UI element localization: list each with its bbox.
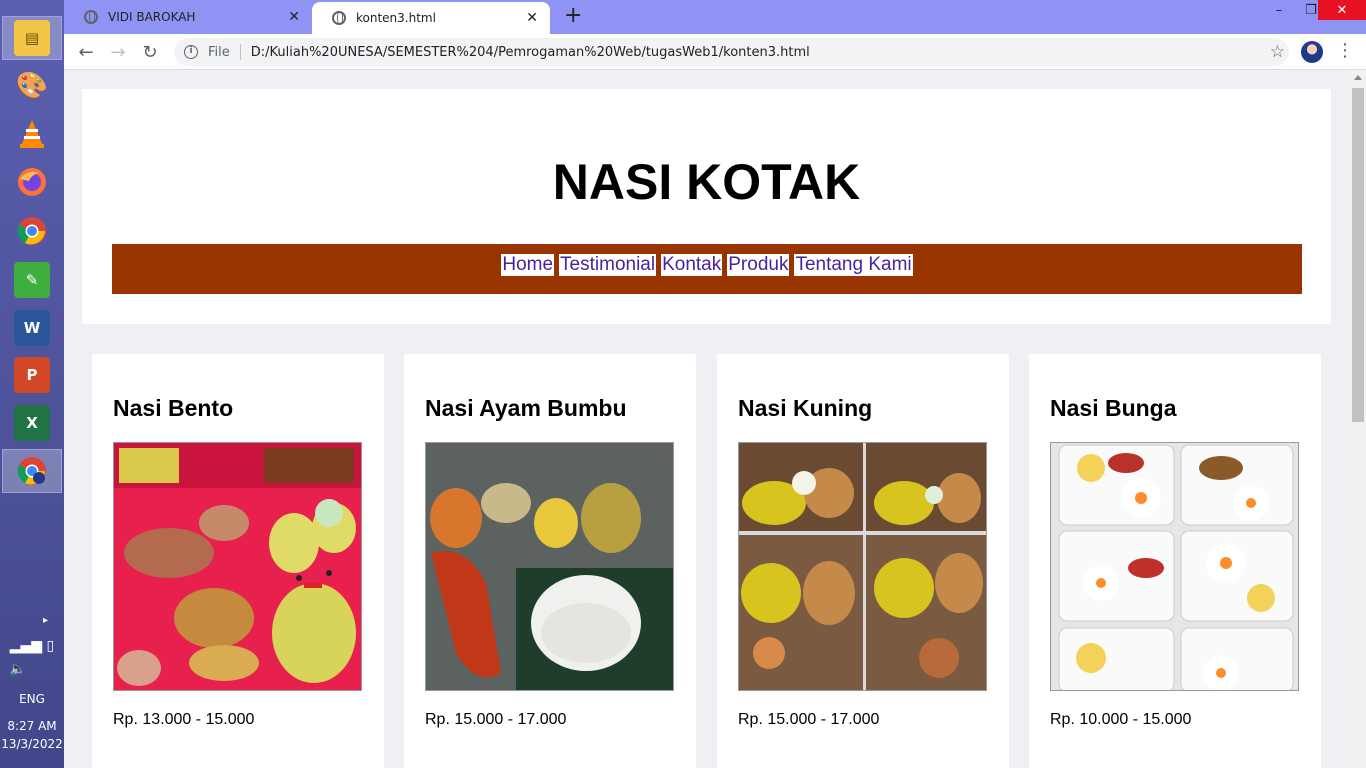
nav-tentang-kami[interactable]: Tentang Kami [794, 254, 913, 276]
product-name: Nasi Bunga [1050, 395, 1177, 421]
bookmark-star-icon[interactable]: ☆ [1270, 42, 1285, 62]
menu-kebab-icon[interactable]: ⋮ [1336, 40, 1354, 61]
globe-icon [332, 11, 346, 25]
powerpoint-icon[interactable]: P [14, 357, 50, 393]
clock-time[interactable]: 8:27 AM [0, 719, 64, 733]
address-divider [239, 44, 241, 60]
product-name: Nasi Ayam Bumbu [425, 395, 627, 421]
word-icon[interactable]: W [14, 310, 50, 346]
product-name: Nasi Kuning [738, 395, 873, 421]
product-card-nasi-kuning: Nasi Kuning Rp. 15.000 - 17.000 [717, 354, 1009, 768]
close-tab-icon[interactable]: ✕ [526, 10, 538, 26]
clock-date[interactable]: 13/3/2022 [0, 737, 64, 751]
chrome-icon[interactable] [14, 213, 50, 249]
browser-toolbar: ← → ↻ i File D:/Kuliah%20UNESA/SEMESTER%… [64, 34, 1366, 70]
reload-icon[interactable]: ↻ [138, 40, 162, 64]
vlc-icon[interactable] [14, 116, 50, 152]
profile-avatar[interactable] [1301, 41, 1323, 63]
tab-konten3[interactable]: konten3.html ✕ [312, 2, 550, 34]
chrome-profile-icon[interactable] [14, 453, 50, 489]
site-header: NASI KOTAK Home Testimonial Kontak Produ… [82, 89, 1331, 324]
address-scheme: File [208, 44, 230, 60]
forward-icon[interactable]: → [106, 40, 130, 64]
scrollbar-thumb[interactable] [1352, 88, 1364, 422]
excel-icon[interactable]: X [14, 405, 50, 441]
file-explorer-icon[interactable]: ▤ [14, 20, 50, 56]
corel-icon[interactable]: ✎ [14, 262, 50, 298]
address-bar[interactable]: i File D:/Kuliah%20UNESA/SEMESTER%204/Pe… [174, 38, 1289, 66]
back-icon[interactable]: ← [74, 40, 98, 64]
product-card-nasi-bunga: Nasi Bunga Rp. 10.000 - 15.000 [1029, 354, 1321, 768]
windows-taskbar: ▤ 🎨 ✎ W P X ▸ ▂▄▆ ▯ 🔈 ENG 8:27 AM 13/3/2… [0, 0, 64, 768]
product-card-nasi-ayam-bumbu: Nasi Ayam Bumbu Rp. 15.000 - 17.000 [404, 354, 696, 768]
page-scrollbar[interactable] [1350, 70, 1366, 768]
product-image-nasi-kuning [738, 442, 987, 691]
product-card-nasi-bento: Nasi Bento Rp. 13.000 - 15.000 [92, 354, 384, 768]
tab-vidi-barokah[interactable]: VIDI BAROKAH ✕ [64, 0, 312, 34]
minimize-icon[interactable]: – [1264, 0, 1294, 20]
product-image-nasi-ayam-bumbu [425, 442, 674, 691]
tab-title: VIDI BAROKAH [108, 10, 196, 24]
nav-testimonial[interactable]: Testimonial [559, 254, 657, 276]
product-price: Rp. 13.000 - 15.000 [113, 711, 255, 728]
page-title: NASI KOTAK [552, 154, 861, 210]
show-hidden-icons-icon[interactable]: ▸ [18, 615, 48, 626]
firefox-icon[interactable] [14, 164, 50, 200]
tab-title: konten3.html [356, 11, 436, 25]
paint-icon[interactable]: 🎨 [14, 68, 50, 104]
new-tab-icon[interactable]: + [564, 3, 582, 28]
nav-home[interactable]: Home [501, 254, 555, 276]
language-indicator[interactable]: ENG [0, 692, 64, 706]
browser-tab-strip: VIDI BAROKAH ✕ konten3.html ✕ + – ❐ ✕ [64, 0, 1366, 34]
network-icon[interactable]: ▂▄▆ ▯ [0, 638, 64, 654]
volume-icon[interactable]: 🔈 [0, 662, 50, 677]
close-window-icon[interactable]: ✕ [1318, 0, 1366, 20]
scroll-up-icon[interactable] [1354, 75, 1362, 80]
nav-kontak[interactable]: Kontak [661, 254, 723, 276]
product-price: Rp. 15.000 - 17.000 [738, 711, 880, 728]
nav-produk[interactable]: Produk [727, 254, 790, 276]
product-image-nasi-bunga [1050, 442, 1299, 691]
product-name: Nasi Bento [113, 395, 234, 421]
product-price: Rp. 10.000 - 15.000 [1050, 711, 1192, 728]
address-url[interactable]: D:/Kuliah%20UNESA/SEMESTER%204/Pemrogama… [251, 45, 810, 60]
info-icon[interactable]: i [184, 45, 198, 59]
page-viewport: NASI KOTAK Home Testimonial Kontak Produ… [64, 70, 1350, 768]
product-price: Rp. 15.000 - 17.000 [425, 711, 567, 728]
globe-icon [84, 10, 98, 24]
close-tab-icon[interactable]: ✕ [288, 9, 300, 25]
main-nav: Home Testimonial Kontak Produk Tentang K… [112, 244, 1302, 294]
product-image-nasi-bento [113, 442, 362, 691]
